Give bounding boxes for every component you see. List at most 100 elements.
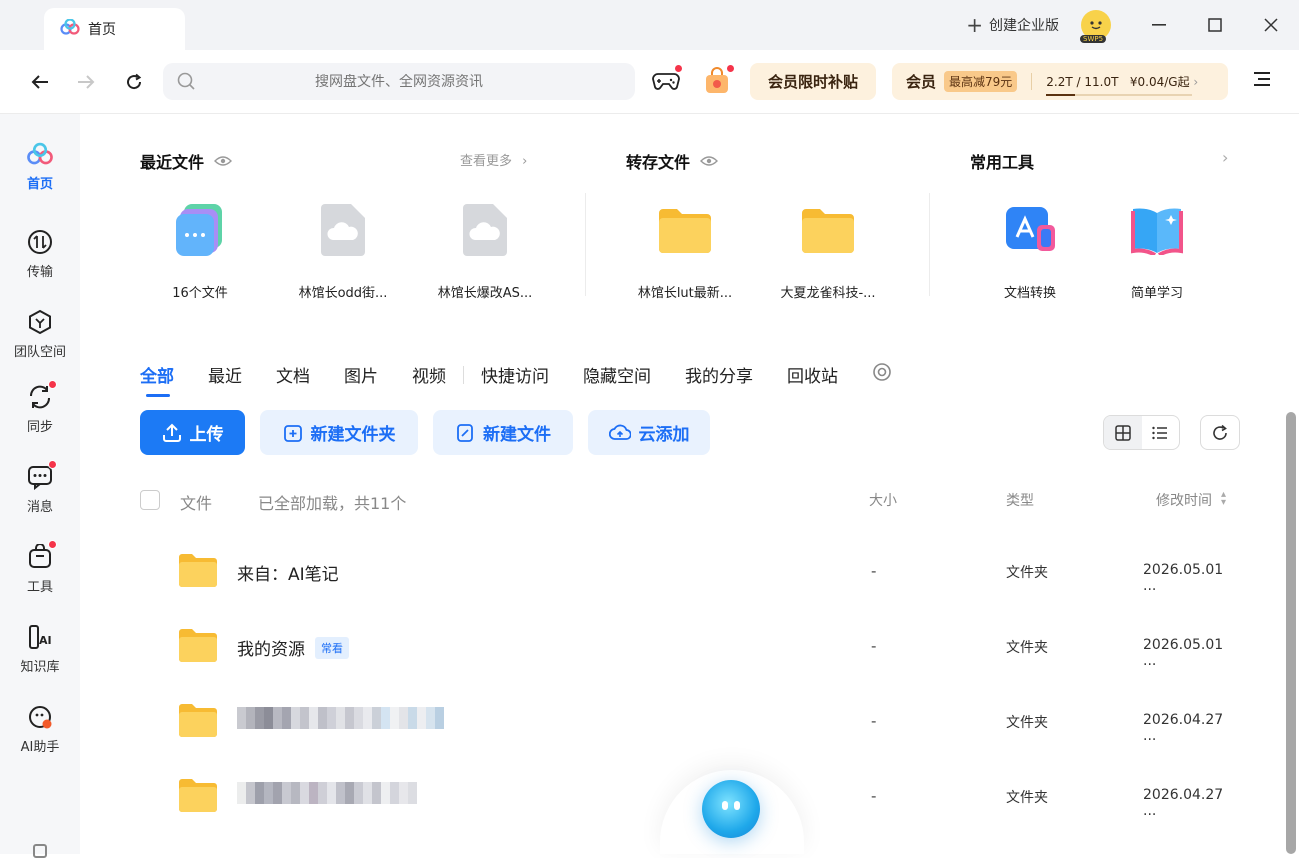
forward-button[interactable]	[72, 68, 100, 96]
notification-dot	[48, 460, 57, 469]
tab-my-shares[interactable]: 我的分享	[685, 362, 753, 387]
tab-documents[interactable]: 文档	[276, 362, 310, 387]
tool-card-learning[interactable]: 简单学习	[1097, 200, 1217, 301]
upload-icon	[162, 423, 181, 442]
refresh-list-button[interactable]	[1200, 415, 1240, 450]
close-icon	[1264, 18, 1278, 32]
search-box[interactable]	[163, 63, 635, 100]
tool-card-doc-convert[interactable]: 文档转换	[970, 200, 1090, 301]
tab-settings-icon[interactable]	[872, 362, 892, 387]
transfer-files-title: 转存文件	[626, 149, 719, 173]
table-row[interactable]: - 文件夹 2026.04.27 ...	[140, 690, 1240, 750]
search-input[interactable]	[163, 73, 635, 90]
mascot-eye	[722, 801, 728, 810]
new-folder-button[interactable]: 新建文件夹	[260, 410, 418, 455]
sidebar-item-transfer[interactable]: 传输	[0, 228, 80, 280]
sidebar-item-team-space[interactable]: 团队空间	[0, 308, 80, 360]
tab-home[interactable]: 首页	[44, 8, 185, 50]
transfer-file-card[interactable]: 大夏龙雀科技-...	[768, 200, 888, 301]
view-more-link[interactable]: 查看更多 ›	[460, 150, 527, 169]
tab-recycle-bin[interactable]: 回收站	[787, 362, 838, 387]
recent-file-card[interactable]: 林馆长爆改AS...	[425, 200, 545, 301]
sidebar-item-tools[interactable]: 工具	[0, 540, 80, 595]
transfer-files-title-text: 转存文件	[626, 153, 691, 172]
folder-icon	[800, 200, 856, 260]
folder-icon	[178, 552, 218, 592]
frequent-tag: 常看	[315, 636, 349, 659]
column-file[interactable]: 文件	[180, 490, 212, 514]
cloud-add-button[interactable]: 云添加	[588, 410, 710, 455]
eye-icon[interactable]	[214, 155, 233, 167]
common-tools-title: 常用工具	[970, 149, 1034, 173]
maximize-button[interactable]	[1187, 0, 1243, 50]
view-mode-toggle	[1103, 415, 1180, 450]
maximize-icon	[1208, 18, 1222, 32]
pixelated-name	[237, 707, 444, 729]
recent-file-card[interactable]: 16个文件	[140, 200, 260, 301]
row-size: -	[871, 637, 877, 655]
row-size: -	[871, 787, 877, 805]
arrow-right-icon	[78, 75, 95, 89]
sidebar-item-ai-assistant[interactable]: AI助手	[0, 703, 80, 755]
vip-upgrade-button[interactable]: 会员 最高减79元 2.2T / 11.0T ¥0.04/G起 ›	[892, 63, 1228, 100]
sidebar-item-sync[interactable]: 同步	[0, 380, 80, 435]
sort-icon[interactable]: ▴ ▾	[1221, 490, 1226, 508]
sidebar: 首页 传输 团队空间 同步 消息 工具 AI 知识库 AI助手	[0, 114, 80, 858]
table-row[interactable]: 来自：AI笔记 - 文件夹 2026.05.01 ...	[140, 540, 1240, 600]
row-type: 文件夹	[1006, 790, 1048, 806]
game-center-button[interactable]	[652, 64, 683, 97]
grid-view-button[interactable]	[1104, 416, 1142, 449]
chevron-right-icon[interactable]: ›	[1222, 148, 1228, 167]
sidebar-item-label: AI助手	[20, 740, 60, 755]
recent-files-title: 最近文件	[140, 149, 233, 173]
create-enterprise-button[interactable]: + 创建企业版	[966, 13, 1059, 37]
new-folder-label: 新建文件夹	[310, 425, 396, 445]
eye-icon[interactable]	[700, 155, 719, 167]
minimize-button[interactable]	[1131, 0, 1187, 50]
column-size[interactable]: 大小	[869, 490, 897, 510]
ai-mascot-icon[interactable]	[702, 780, 760, 838]
notification-dot	[726, 64, 735, 73]
refresh-button[interactable]	[120, 68, 148, 96]
select-all-checkbox[interactable]	[140, 490, 160, 510]
row-name: 来自：AI笔记	[237, 560, 339, 585]
back-button[interactable]	[26, 68, 54, 96]
upload-button[interactable]: 上传	[140, 410, 245, 455]
row-size: -	[871, 562, 877, 580]
ai-assistant-icon	[26, 703, 54, 731]
table-row[interactable]: 我的资源 常看 - 文件夹 2026.05.01 ...	[140, 615, 1240, 675]
column-modified[interactable]: 修改时间	[1156, 490, 1212, 510]
new-file-button[interactable]: 新建文件	[433, 410, 573, 455]
sidebar-more-icon[interactable]	[33, 844, 47, 858]
file-name: 大夏龙雀科技-...	[780, 286, 876, 301]
vip-discount-badge: 最高减79元	[944, 71, 1018, 92]
create-enterprise-label: 创建企业版	[989, 18, 1059, 34]
tab-images[interactable]: 图片	[344, 362, 378, 387]
main-menu-button[interactable]	[1252, 70, 1272, 92]
avatar[interactable]: SWP5	[1080, 10, 1111, 43]
cloud-add-label: 云添加	[638, 425, 690, 445]
add-folder-icon	[283, 424, 302, 442]
tab-all[interactable]: 全部	[140, 362, 174, 397]
sidebar-item-label: 首页	[26, 177, 53, 192]
vertical-scrollbar[interactable]	[1286, 412, 1296, 854]
limited-subsidy-button[interactable]: 会员限时补贴	[750, 63, 876, 100]
tab-videos[interactable]: 视频	[412, 362, 446, 387]
column-type[interactable]: 类型	[1006, 490, 1034, 510]
close-button[interactable]	[1243, 0, 1299, 50]
transfer-file-card[interactable]: 林馆长lut最新...	[625, 200, 745, 301]
list-view-button[interactable]	[1142, 416, 1180, 449]
recent-file-card[interactable]: 林馆长odd街...	[283, 200, 403, 301]
file-name: 16个文件	[172, 286, 228, 301]
tab-recent[interactable]: 最近	[208, 362, 242, 387]
sidebar-item-label: 传输	[26, 265, 53, 280]
sidebar-item-home[interactable]: 首页	[0, 140, 80, 192]
sidebar-item-knowledge-base[interactable]: AI 知识库	[0, 623, 80, 675]
gift-shop-button[interactable]	[704, 64, 735, 97]
row-name-blurred	[237, 707, 444, 729]
row-name-text: 来自：AI笔记	[237, 565, 339, 585]
sidebar-item-messages[interactable]: 消息	[0, 460, 80, 515]
tab-hidden-space[interactable]: 隐藏空间	[583, 362, 651, 387]
storage-usage-bar	[1046, 94, 1193, 96]
tab-quick-access[interactable]: 快捷访问	[481, 362, 549, 387]
